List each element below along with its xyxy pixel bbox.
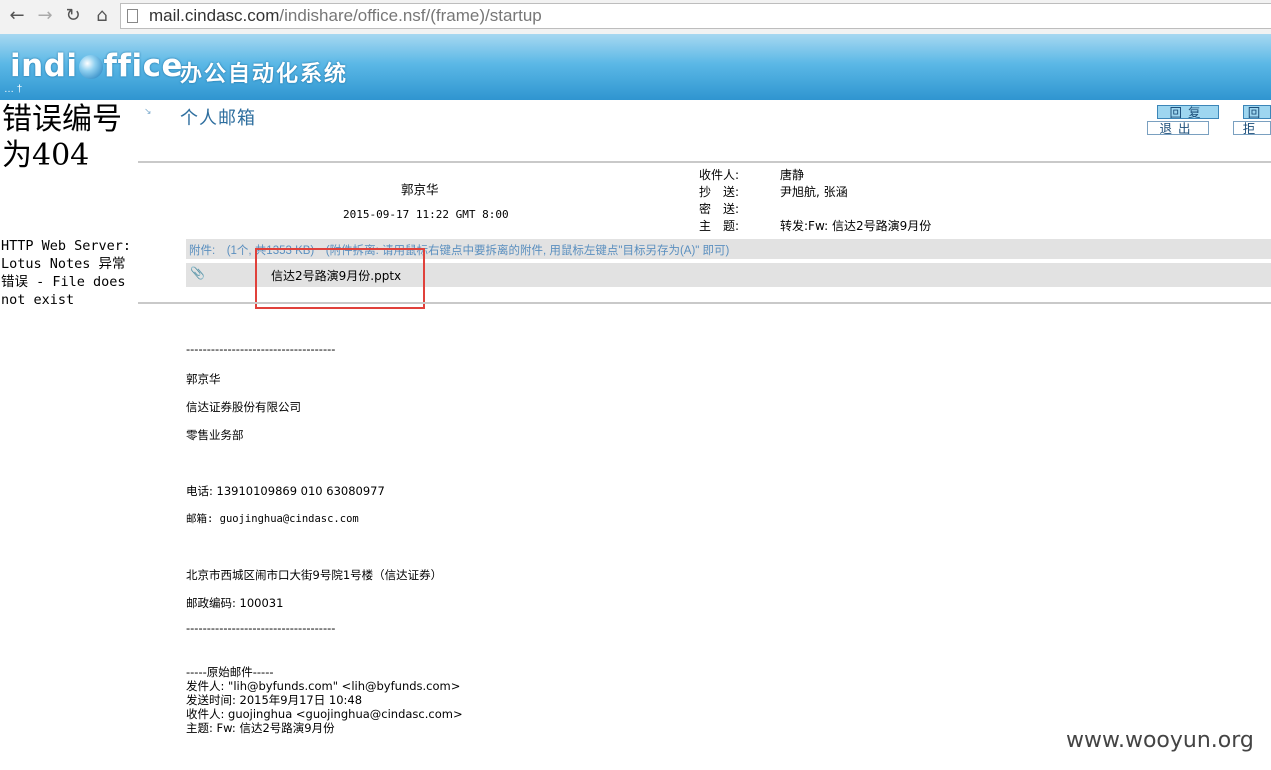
to-value: 唐静 bbox=[780, 168, 805, 182]
divider bbox=[138, 302, 1271, 304]
forward-arrow-icon[interactable]: → bbox=[34, 5, 56, 27]
reply-all-button[interactable]: 回 bbox=[1243, 105, 1271, 119]
sent-date: 2015-09-17 11:22 GMT 8:00 bbox=[343, 208, 509, 221]
to-label: 收件人: bbox=[699, 168, 740, 182]
globe-icon bbox=[78, 55, 103, 79]
reload-icon[interactable]: ↻ bbox=[62, 5, 84, 27]
highlight-box bbox=[255, 248, 425, 309]
error-frame: 错误编号为404 HTTP Web Server: Lotus Notes 异常… bbox=[0, 100, 138, 770]
reject-button[interactable]: 拒 bbox=[1233, 121, 1271, 135]
subject-value: 转发:Fw: 信达2号路演9月份 bbox=[780, 219, 932, 233]
app-subtitle: 办公自动化系统 bbox=[180, 61, 349, 86]
reply-button[interactable]: 回复 bbox=[1157, 105, 1219, 119]
error-message: HTTP Web Server: Lotus Notes 异常错误 - File… bbox=[1, 238, 132, 308]
app-banner: indi ffice 办公自动化系统 … † bbox=[0, 34, 1271, 100]
url-path: /indishare/office.nsf/(frame)/startup bbox=[279, 6, 542, 25]
body-email: 邮箱: guojinghua@cindasc.com bbox=[186, 511, 359, 526]
home-icon[interactable]: ⌂ bbox=[91, 5, 113, 27]
body-email-text: 邮箱: guojinghua@cindasc.com bbox=[186, 513, 359, 525]
body-phone: 电话: 13910109869 010 63080977 bbox=[186, 484, 385, 498]
logo-text-right: ffice bbox=[103, 48, 184, 84]
body-separator-2: ------------------------------------ bbox=[186, 621, 336, 635]
address-bar[interactable]: mail.cindasc.com/indishare/office.nsf/(f… bbox=[120, 3, 1271, 29]
body-dept: 零售业务部 bbox=[186, 428, 244, 442]
bcc-label: 密 送: bbox=[699, 202, 740, 216]
error-title: 错误编号为404 bbox=[2, 102, 122, 173]
orig-subject: 主题: Fw: 信达2号路演9月份 bbox=[186, 721, 335, 735]
url-host: mail.cindasc.com bbox=[149, 6, 280, 25]
back-arrow-icon[interactable]: ← bbox=[6, 5, 28, 27]
page-title: 个人邮箱 bbox=[180, 108, 256, 128]
body-company: 信达证券股份有限公司 bbox=[186, 400, 301, 414]
cc-label: 抄 送: bbox=[699, 185, 740, 199]
body-name: 郭京华 bbox=[186, 372, 221, 386]
browser-toolbar: ← → ↻ ⌂ mail.cindasc.com/indishare/offic… bbox=[0, 0, 1271, 35]
paperclip-icon: 📎 bbox=[190, 266, 205, 280]
page-icon bbox=[127, 9, 138, 23]
logo-text-left: indi bbox=[10, 48, 78, 84]
indioffice-logo: indi ffice bbox=[10, 48, 183, 84]
exit-button[interactable]: 退出 bbox=[1147, 121, 1209, 135]
body-postcode: 邮政编码: 100031 bbox=[186, 596, 284, 610]
url-text: mail.cindasc.com/indishare/office.nsf/(f… bbox=[149, 6, 542, 26]
mail-view: ↘ 个人邮箱 回复 回 退出 拒 郭京华 2015-09-17 11:22 GM… bbox=[138, 100, 1271, 770]
watermark: www.wooyun.org bbox=[1066, 728, 1254, 753]
body-address: 北京市西城区闹市口大街9号院1号楼（信达证券） bbox=[186, 568, 443, 582]
cc-value: 尹旭航, 张涵 bbox=[780, 185, 848, 199]
banner-dots: … † bbox=[4, 84, 23, 95]
sender-name: 郭京华 bbox=[401, 182, 439, 197]
divider bbox=[138, 161, 1271, 163]
body-separator: ------------------------------------ bbox=[186, 342, 336, 356]
resize-corner-icon: ↘ bbox=[144, 106, 152, 116]
subject-label: 主 题: bbox=[699, 219, 740, 233]
